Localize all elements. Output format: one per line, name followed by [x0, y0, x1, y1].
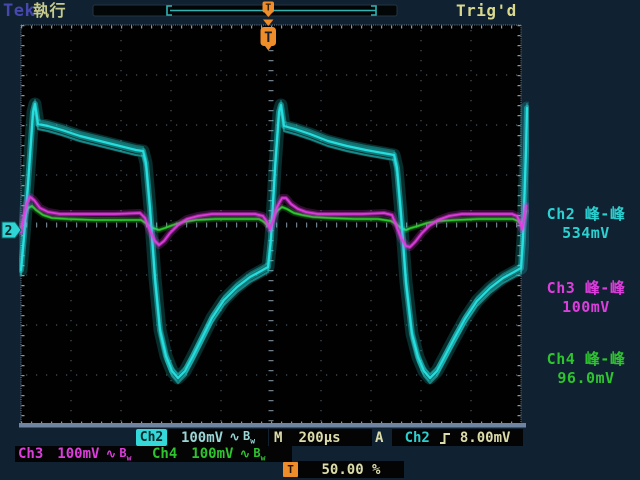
measurement-ch2-label: Ch2 峰-峰 — [533, 205, 639, 224]
ch2-bandwidth-icon: Bw — [243, 429, 255, 445]
measurement-ch4-value: 96.0mV — [533, 369, 639, 388]
svg-text:2: 2 — [5, 224, 13, 239]
tek-logo: Tek — [3, 3, 35, 20]
ch4-bandwidth-icon: Bw — [253, 446, 265, 462]
measurement-ch4-label: Ch4 峰-峰 — [533, 350, 639, 369]
trigger-position-readout: 50.00 % — [298, 461, 404, 478]
ch2-scale-value: 100mV — [181, 430, 223, 446]
trigger-status: Trig'd — [456, 3, 517, 19]
timebase-readout: M 200μs — [269, 429, 372, 446]
ch4-ac-coupling-icon: ∿ — [239, 447, 250, 462]
timebase-value: 200μs — [298, 430, 340, 446]
oscilloscope-screen: T T 2 Tek 執行 Trig'd Ch2 峰-峰 534mV Ch3 峰-… — [0, 0, 640, 480]
trigger-mode: A — [375, 431, 383, 445]
ch3-scale-value: 100mV — [57, 446, 99, 462]
ch3-scale-readout: Ch3 100mV ∿ Bw — [15, 446, 153, 462]
ch3-channel-label: Ch3 — [18, 446, 43, 462]
ch2-channel-badge: Ch2 — [136, 429, 167, 446]
trigger-source: Ch2 — [405, 430, 430, 446]
measurement-ch3-value: 100mV — [533, 298, 639, 317]
ch2-ground-marker: 2 — [2, 222, 21, 239]
svg-text:T: T — [264, 30, 272, 46]
acquisition-status: 執行 — [33, 3, 66, 19]
ch4-scale-readout: Ch4 100mV ∿ Bw — [150, 446, 292, 462]
ch4-channel-label: Ch4 — [152, 446, 177, 462]
measurement-ch2-value: 534mV — [533, 224, 639, 243]
graticule-bottom-frame — [19, 423, 526, 428]
timebase-prefix: M — [274, 430, 282, 446]
measurement-ch2-pkpk: Ch2 峰-峰 534mV — [533, 205, 639, 243]
trigger-position-icon: T — [283, 462, 298, 477]
trigger-level: 8.00mV — [460, 430, 511, 446]
measurement-ch3-label: Ch3 峰-峰 — [533, 279, 639, 298]
trigger-readout: Ch2 8.00mV — [392, 429, 523, 446]
ch3-bandwidth-icon: Bw — [119, 446, 131, 462]
ch2-scale-readout: 100mV ∿ Bw — [168, 429, 268, 446]
svg-text:T: T — [265, 3, 271, 14]
measurement-ch3-pkpk: Ch3 峰-峰 100mV — [533, 279, 639, 317]
ch2-ac-coupling-icon: ∿ — [229, 430, 240, 445]
measurement-ch4-pkpk: Ch4 峰-峰 96.0mV — [533, 350, 639, 388]
ch3-ac-coupling-icon: ∿ — [105, 447, 116, 462]
ch4-scale-value: 100mV — [191, 446, 233, 462]
rising-edge-icon — [438, 431, 452, 445]
